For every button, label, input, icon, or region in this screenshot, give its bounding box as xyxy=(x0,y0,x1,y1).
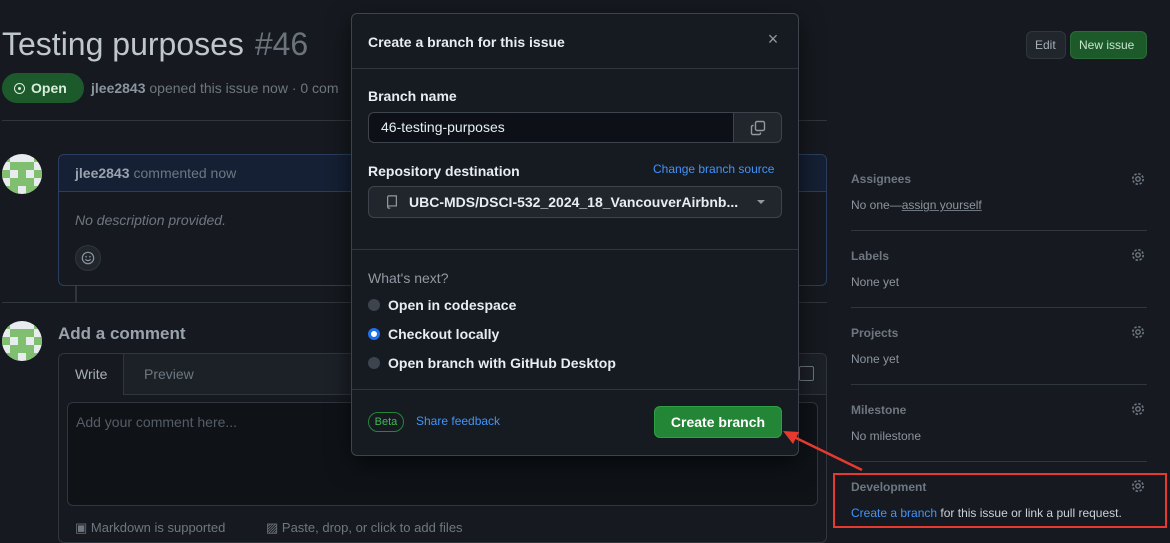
dialog-divider xyxy=(352,68,798,69)
sidebar-divider xyxy=(851,307,1147,308)
image-icon: ▨ xyxy=(266,520,282,535)
option-label: Open in codespace xyxy=(388,297,517,313)
issue-meta: jlee2843 opened this issue now · 0 com xyxy=(91,80,339,96)
attach-files[interactable]: ▨ Paste, drop, or click to add files xyxy=(266,520,463,536)
gear-icon[interactable] xyxy=(1130,401,1146,417)
branch-name-input[interactable]: 46-testing-purposes xyxy=(368,112,734,143)
issue-opened-text: opened this issue now · 0 com xyxy=(145,80,339,96)
milestone-heading[interactable]: Milestone xyxy=(851,403,906,417)
option-label: Open branch with GitHub Desktop xyxy=(388,355,616,371)
copy-button[interactable] xyxy=(733,112,782,143)
copy-icon xyxy=(750,120,765,135)
markdown-icon: ▣ xyxy=(75,520,91,535)
issue-title: Testing purposes #46 xyxy=(2,26,308,63)
dialog-divider xyxy=(352,249,798,250)
gear-icon[interactable] xyxy=(1130,324,1146,340)
labels-value: None yet xyxy=(851,275,900,289)
sidebar-divider xyxy=(851,461,1147,462)
radio-button[interactable] xyxy=(368,299,380,311)
new-issue-button[interactable]: New issue xyxy=(1070,31,1147,59)
avatar[interactable] xyxy=(2,321,42,361)
share-feedback-link[interactable]: Share feedback xyxy=(416,414,500,428)
avatar[interactable] xyxy=(2,154,42,194)
assignees-value: No one—assign yourself xyxy=(851,198,982,212)
comment-author[interactable]: jlee2843 xyxy=(75,165,130,181)
markdown-note-label: Markdown is supported xyxy=(90,520,226,535)
repo-destination-label: Repository destination xyxy=(368,163,520,179)
sidebar-divider xyxy=(851,384,1147,385)
assign-yourself-link[interactable]: assign yourself xyxy=(902,198,982,212)
dialog-title: Create a branch for this issue xyxy=(368,34,565,50)
projects-heading[interactable]: Projects xyxy=(851,326,898,340)
assignees-none: No one— xyxy=(851,198,902,212)
tab-preview[interactable]: Preview xyxy=(128,354,210,394)
issue-opened-icon xyxy=(14,82,25,94)
markdown-note[interactable]: ▣ Markdown is supported xyxy=(75,520,225,536)
comment-meta: commented now xyxy=(133,165,237,181)
dialog-divider xyxy=(352,389,798,390)
issue-number: #46 xyxy=(254,26,309,62)
radio-button[interactable] xyxy=(368,357,380,369)
projects-value: None yet xyxy=(851,352,900,366)
option-github-desktop[interactable]: Open branch with GitHub Desktop xyxy=(368,355,616,371)
create-branch-button[interactable]: Create branch xyxy=(654,406,782,438)
smiley-icon xyxy=(81,251,95,265)
repo-destination-select[interactable]: UBC-MDS/DSCI-532_2024_18_VancouverAirbnb… xyxy=(368,186,782,218)
attach-files-label: Paste, drop, or click to add files xyxy=(281,520,463,535)
chevron-down-icon xyxy=(757,200,765,204)
option-checkout-locally[interactable]: Checkout locally xyxy=(368,326,499,342)
create-branch-dialog: Create a branch for this issue × Branch … xyxy=(351,13,799,456)
whats-next-label: What's next? xyxy=(368,270,449,286)
annotation-highlight-box xyxy=(833,473,1167,528)
tab-write[interactable]: Write xyxy=(59,354,125,395)
add-reaction-button[interactable] xyxy=(75,245,101,271)
option-open-codespace[interactable]: Open in codespace xyxy=(368,297,516,313)
beta-badge: Beta xyxy=(368,412,404,432)
issue-title-text: Testing purposes xyxy=(2,26,244,62)
radio-button-selected[interactable] xyxy=(368,328,380,340)
option-label: Checkout locally xyxy=(388,326,500,342)
labels-heading[interactable]: Labels xyxy=(851,249,889,263)
branch-name-label: Branch name xyxy=(368,88,457,104)
fullscreen-icon[interactable] xyxy=(799,366,814,381)
edit-button[interactable]: Edit xyxy=(1026,31,1066,59)
milestone-value: No milestone xyxy=(851,429,922,443)
add-comment-heading: Add a comment xyxy=(58,324,186,343)
gear-icon[interactable] xyxy=(1130,171,1146,187)
identicon-icon xyxy=(2,321,42,361)
repo-destination-value: UBC-MDS/DSCI-532_2024_18_VancouverAirbnb… xyxy=(409,194,739,210)
repo-icon xyxy=(387,195,397,209)
status-badge-label: Open xyxy=(31,80,67,96)
assignees-heading[interactable]: Assignees xyxy=(851,172,911,186)
timeline-line xyxy=(75,286,77,302)
sidebar-divider xyxy=(851,230,1147,231)
close-icon[interactable]: × xyxy=(765,30,781,48)
change-branch-source-link[interactable]: Change branch source xyxy=(653,162,774,176)
issue-author[interactable]: jlee2843 xyxy=(91,80,146,96)
status-badge: Open xyxy=(2,73,84,103)
identicon-icon xyxy=(2,154,42,194)
gear-icon[interactable] xyxy=(1130,247,1146,263)
